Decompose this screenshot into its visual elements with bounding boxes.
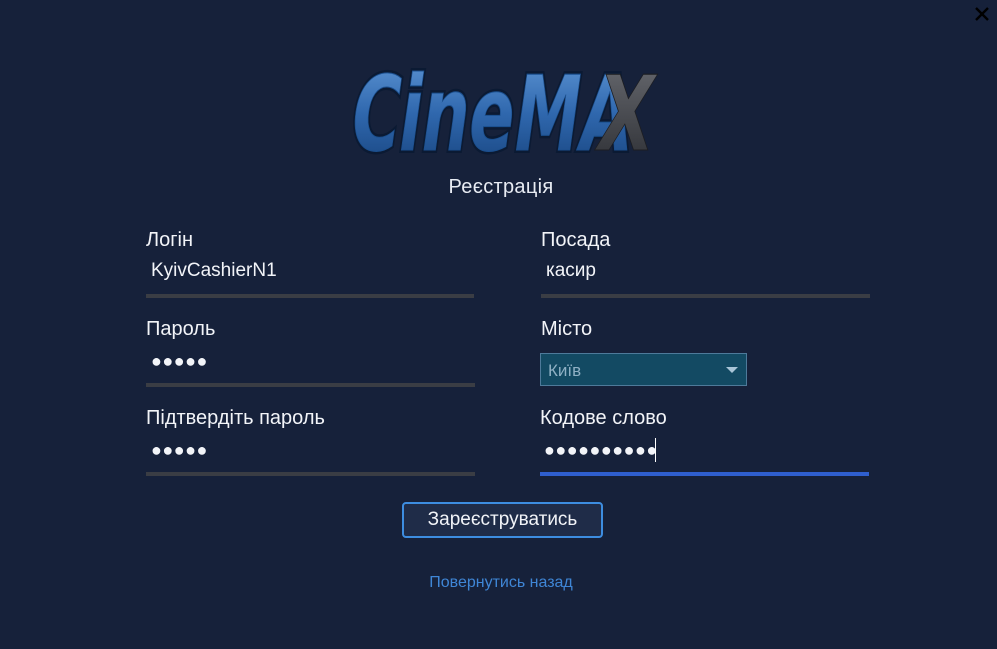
login-input[interactable]: KyivCashierN1 [151, 260, 277, 282]
city-select[interactable]: Київ [540, 353, 747, 386]
login-label: Логін [146, 229, 194, 251]
position-input[interactable]: касир [546, 260, 596, 282]
registration-window: CineMA CineMA X Реєстрація Логін KyivCas… [0, 0, 997, 649]
confirm-password-input[interactable]: ●●●●● [151, 440, 208, 461]
close-icon [975, 7, 989, 21]
confirm-password-label: Підтвердіть пароль [146, 407, 325, 429]
password-input[interactable]: ●●●●● [151, 351, 208, 372]
code-word-label: Кодове слово [540, 407, 667, 429]
code-word-input[interactable]: ●●●●●●●●●● [544, 440, 658, 461]
text-caret [655, 438, 656, 462]
chevron-down-icon [726, 367, 738, 373]
cinemax-logo: CineMA CineMA X [341, 50, 660, 165]
password-label: Пароль [146, 318, 216, 340]
login-underline [146, 294, 474, 298]
register-button[interactable]: Зареєструватись [402, 502, 603, 538]
close-button[interactable] [971, 3, 993, 25]
page-title: Реєстрація [448, 176, 554, 198]
back-link[interactable]: Повернутись назад [0, 574, 997, 592]
confirm-password-underline [146, 472, 475, 476]
position-label: Посада [541, 229, 611, 251]
code-word-underline [540, 472, 869, 476]
password-underline [146, 383, 475, 387]
city-label: Місто [541, 318, 593, 340]
position-underline [541, 294, 870, 298]
city-select-value: Київ [548, 361, 582, 380]
